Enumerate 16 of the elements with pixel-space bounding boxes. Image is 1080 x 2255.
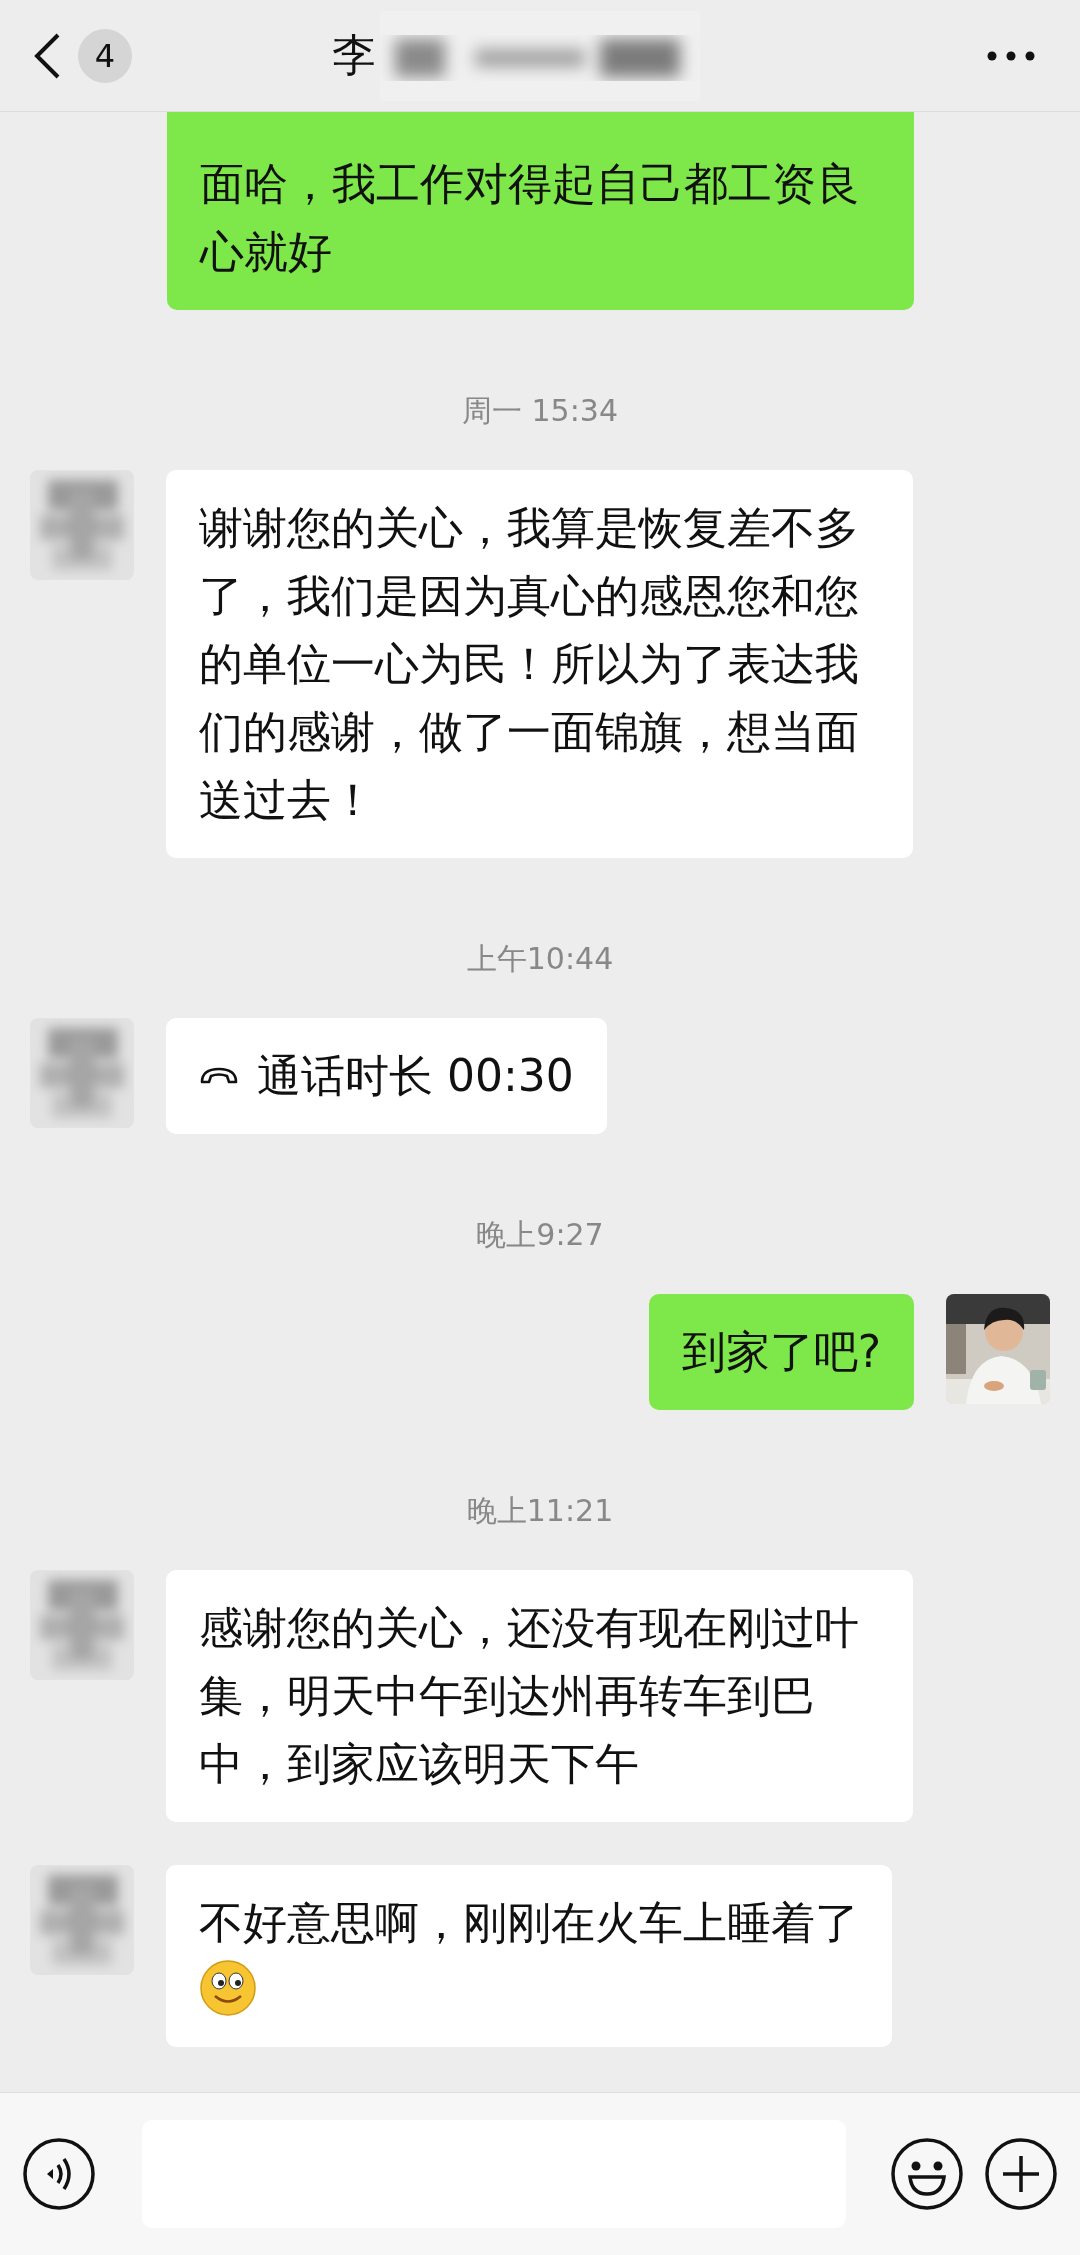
message-bubble: 面哈，我工作对得起自己都工资良心就好 [167,112,914,310]
chat-title: 李 [332,28,376,82]
message-bubble: 到家了吧? [648,1294,914,1410]
message-bubble: 感谢您的关心，还没有现在刚过叶集，明天中午到达州再转车到巴中，到家应该明天下午 [166,1570,913,1822]
call-message[interactable]: 通话时长 00:30 [166,1018,607,1134]
timestamp: 晚上11:21 [466,1493,614,1528]
timestamp: 周一 15:34 [462,393,618,428]
unread-badge: 4 [78,28,132,83]
more-icon[interactable] [986,49,1036,62]
timestamp: 上午10:44 [466,941,614,976]
plus-icon[interactable] [984,2137,1058,2211]
message-bubble: 谢谢您的关心，我算是恢复差不多了，我们是因为真心的感恩您和您的单位一心为民！所以为了表达我们的感谢，做了一面锦旗，想当面送过去！ [166,470,913,858]
message-bubble: 不好意思啊，刚刚在火车上睡着了 [166,1865,892,2047]
voice-icon[interactable] [22,2137,96,2211]
smiley-icon[interactable] [890,2137,964,2211]
timestamp: 晚上9:27 [476,1217,604,1252]
